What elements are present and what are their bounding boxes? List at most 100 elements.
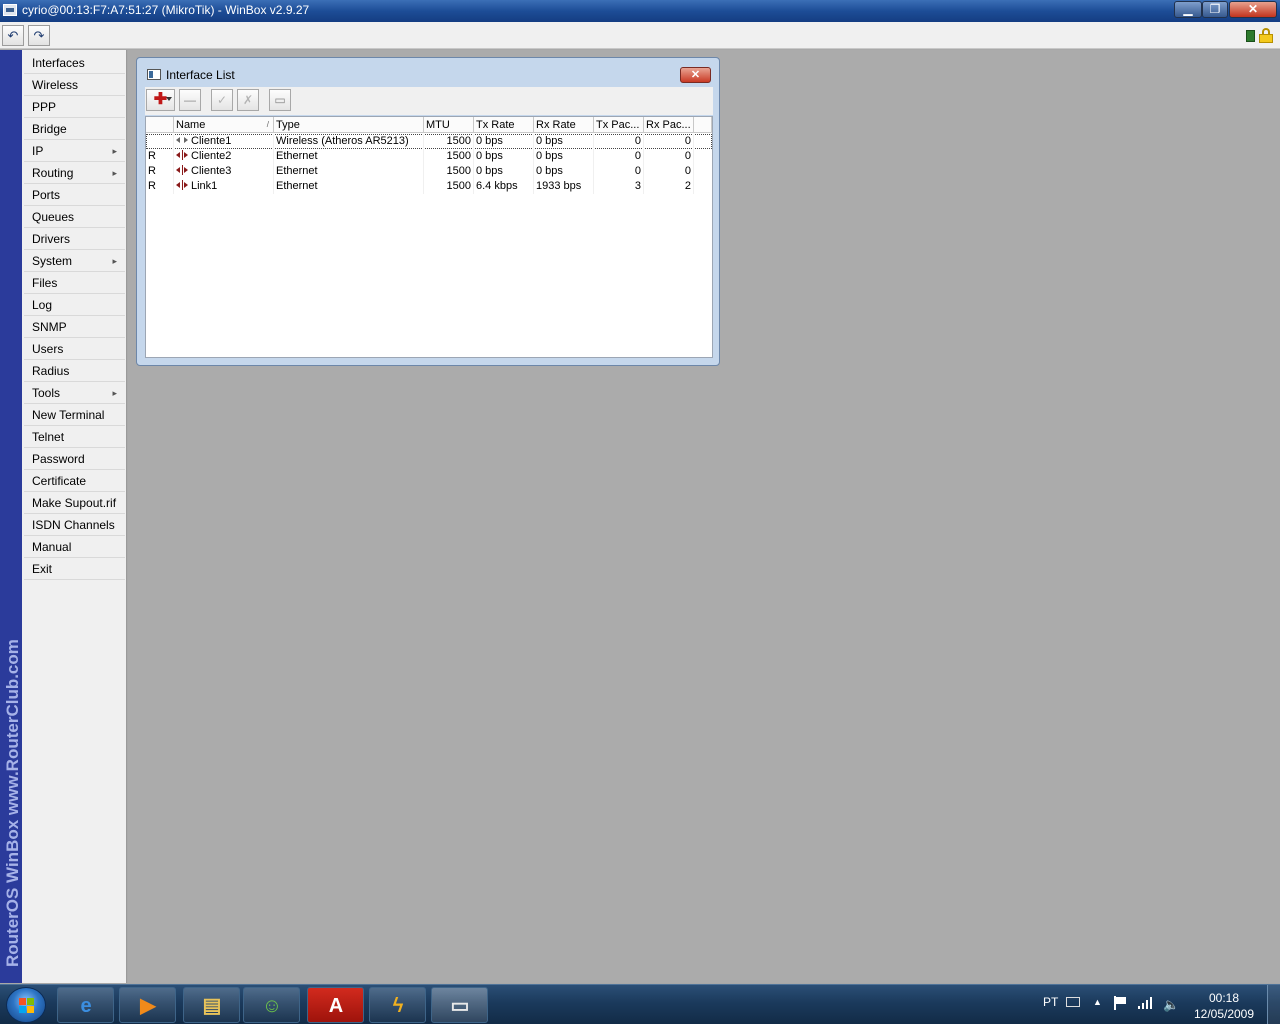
acrobat-icon: A <box>328 995 344 1017</box>
winbox-app-icon[interactable] <box>3 4 17 16</box>
sidebar-item-system[interactable]: System ▸ <box>24 251 125 272</box>
interface-tx-packets: 3 <box>594 179 644 194</box>
sidebar-item-certificate[interactable]: Certificate <box>24 471 125 492</box>
column-header-name[interactable]: Name / <box>174 117 274 133</box>
interface-mtu: 1500 <box>424 179 474 194</box>
taskbar-winbox-button[interactable]: ▭ <box>431 987 488 1023</box>
comment-button[interactable]: ▭ <box>269 89 291 111</box>
show-desktop-button[interactable] <box>1267 985 1280 1024</box>
sidebar-item-log[interactable]: Log <box>24 295 125 316</box>
sidebar-item-isdn-channels[interactable]: ISDN Channels <box>24 515 125 536</box>
sidebar-item-wireless[interactable]: Wireless <box>24 75 125 96</box>
interface-type: Wireless (Atheros AR5213) <box>274 134 424 149</box>
sidebar-item-snmp[interactable]: SNMP <box>24 317 125 338</box>
language-indicator[interactable]: PT <box>1043 995 1058 1009</box>
start-button[interactable] <box>6 987 46 1023</box>
sidebar-item-label: Certificate <box>32 474 87 488</box>
interface-list-toolbar: ✚ — ✓ ✗ ▭ <box>145 87 713 115</box>
redo-button[interactable]: ↷ <box>28 25 50 46</box>
taskbar-internet-explorer-button[interactable]: e <box>57 987 114 1023</box>
sidebar-item-ports[interactable]: Ports <box>24 185 125 206</box>
sidebar-item-routing[interactable]: Routing ▸ <box>24 163 125 184</box>
sidebar-item-exit[interactable]: Exit <box>24 559 125 580</box>
sidebar-item-label: Telnet <box>32 430 65 444</box>
sidebar-item-radius[interactable]: Radius <box>24 361 125 382</box>
interface-name: Cliente3 <box>174 164 274 179</box>
messenger-icon: ☺ <box>261 995 283 1017</box>
interface-list-close-button[interactable]: ✕ <box>680 67 711 83</box>
interface-name-text: Cliente3 <box>191 165 232 177</box>
network-signal-icon[interactable] <box>1138 997 1154 1009</box>
column-header-tx-rate[interactable]: Tx Rate <box>474 117 534 133</box>
sidebar-item-label: Make Supout.rif <box>32 496 117 510</box>
sidebar-item-label: Exit <box>32 562 53 576</box>
sidebar-item-ppp[interactable]: PPP <box>24 97 125 118</box>
volume-icon[interactable]: 🔈 <box>1163 997 1179 1013</box>
sidebar-item-label: Queues <box>32 210 75 224</box>
minimize-button[interactable]: ▁ <box>1174 1 1202 18</box>
column-header-label: Name <box>176 119 206 131</box>
column-header-type[interactable]: Type <box>274 117 424 133</box>
clock-time[interactable]: 00:18 <box>1184 991 1264 1005</box>
column-header-rx-packets[interactable]: Rx Pac... <box>644 117 694 133</box>
interface-tx-rate: 0 bps <box>474 164 534 179</box>
ethernet-interface-icon <box>176 150 190 160</box>
submenu-arrow-icon: ▸ <box>112 388 117 398</box>
interface-table[interactable]: Name / Type MTU Tx Rate Rx Rate Tx Pac...… <box>145 116 713 358</box>
submenu-arrow-icon: ▸ <box>112 146 117 156</box>
taskbar-messenger-button[interactable]: ☺ <box>243 987 300 1023</box>
action-center-flag-icon[interactable] <box>1114 996 1126 1010</box>
add-button[interactable]: ✚ <box>146 89 175 111</box>
table-row[interactable]: R Cliente2 Ethernet 1500 0 bps 0 bps 0 0 <box>146 149 712 164</box>
main-toolbar: ↶ ↷ <box>0 22 1280 49</box>
sidebar-item-ip[interactable]: IP ▸ <box>24 141 125 162</box>
sidebar-item-tools[interactable]: Tools ▸ <box>24 383 125 404</box>
taskbar: e ▶ ▤ ☺ Aϟ ▭ PT ▲ 🔈 00:18 12/05/2009 <box>0 984 1280 1024</box>
sidebar-item-label: Drivers <box>32 232 70 246</box>
taskbar-media-player-button[interactable]: ▶ <box>119 987 176 1023</box>
table-row[interactable]: R Cliente3 Ethernet 1500 0 bps 0 bps 0 0 <box>146 164 712 179</box>
sidebar-item-interfaces[interactable]: Interfaces <box>24 53 125 74</box>
column-header-rx-rate[interactable]: Rx Rate <box>534 117 594 133</box>
sidebar-item-users[interactable]: Users <box>24 339 125 360</box>
maximize-button[interactable]: ❐ <box>1202 1 1228 18</box>
sidebar-item-label: Radius <box>32 364 70 378</box>
sidebar-item-label: Password <box>32 452 85 466</box>
sidebar-item-label: Wireless <box>32 78 79 92</box>
window-title: cyrio@00:13:F7:A7:51:27 (MikroTik) - Win… <box>22 3 310 17</box>
sidebar-item-label: Tools <box>32 386 61 400</box>
taskbar-acrobat-button[interactable]: A <box>307 987 364 1023</box>
sidebar-item-label: IP <box>32 144 44 158</box>
show-hidden-icons-button[interactable]: ▲ <box>1093 997 1102 1007</box>
table-row[interactable]: R Link1 Ethernet 1500 6.4 kbps 1933 bps 3 2 <box>146 179 712 194</box>
chevron-down-icon <box>166 97 172 101</box>
column-header-flags[interactable] <box>146 117 174 133</box>
enable-button[interactable]: ✓ <box>211 89 233 111</box>
disable-button[interactable]: ✗ <box>237 89 259 111</box>
sidebar-item-password[interactable]: Password <box>24 449 125 470</box>
sidebar-item-files[interactable]: Files <box>24 273 125 294</box>
sidebar-item-telnet[interactable]: Telnet <box>24 427 125 448</box>
sidebar-item-make-supout-rif[interactable]: Make Supout.rif <box>24 493 125 514</box>
column-header-mtu[interactable]: MTU <box>424 117 474 133</box>
sidebar-item-queues[interactable]: Queues <box>24 207 125 228</box>
close-button[interactable]: ✕ <box>1229 1 1277 18</box>
sidebar-item-manual[interactable]: Manual <box>24 537 125 558</box>
sidebar-item-label: Ports <box>32 188 61 202</box>
taskbar-winamp-button[interactable]: ϟ <box>369 987 426 1023</box>
clock-date[interactable]: 12/05/2009 <box>1184 1007 1264 1021</box>
sidebar-item-new-terminal[interactable]: New Terminal <box>24 405 125 426</box>
wireless-interface-icon <box>176 135 190 145</box>
column-header-tx-packets[interactable]: Tx Pac... <box>594 117 644 133</box>
table-row[interactable]: Cliente1 Wireless (Atheros AR5213) 1500 0 b… <box>146 134 712 149</box>
keyboard-icon[interactable] <box>1066 997 1080 1007</box>
remove-button[interactable]: — <box>179 89 201 111</box>
sidebar-item-label: ISDN Channels <box>32 518 115 532</box>
media-player-icon: ▶ <box>140 995 156 1017</box>
internet-explorer-icon: e <box>80 995 92 1017</box>
taskbar-file-explorer-button[interactable]: ▤ <box>183 987 240 1023</box>
title-bar: cyrio@00:13:F7:A7:51:27 (MikroTik) - Win… <box>0 0 1280 22</box>
interface-tx-packets: 0 <box>594 164 644 179</box>
sidebar-item-bridge[interactable]: Bridge <box>24 119 125 140</box>
sidebar-item-drivers[interactable]: Drivers <box>24 229 125 250</box>
